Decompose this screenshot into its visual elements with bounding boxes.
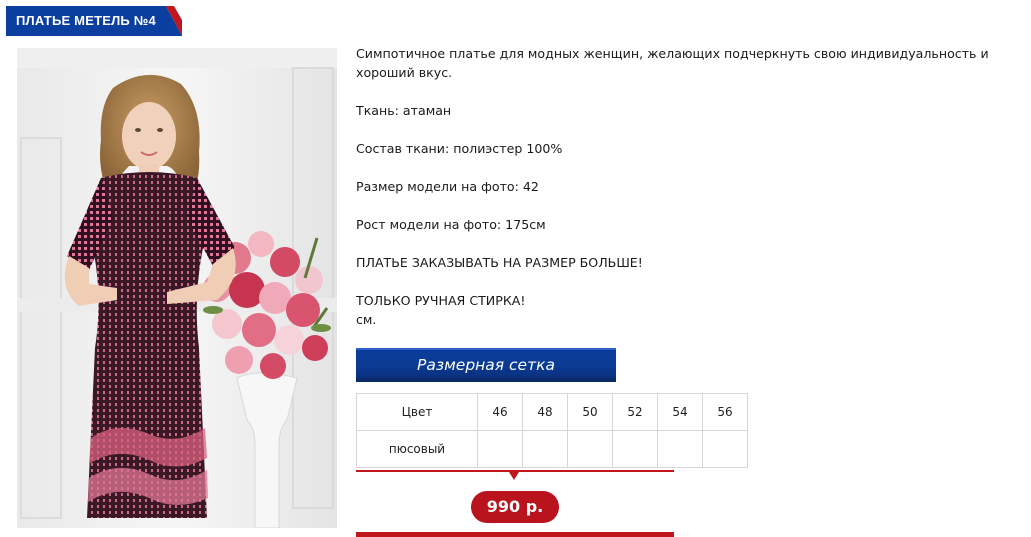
product-title: ПЛАТЬЕ МЕТЕЛЬ №4 <box>16 13 156 28</box>
size-cell-52[interactable] <box>612 430 658 468</box>
model-size-text: Размер модели на фото: 42 <box>356 179 539 194</box>
size-cell-46[interactable] <box>477 430 523 468</box>
size-header-50: 50 <box>567 393 613 431</box>
fabric-text: Ткань: атаман <box>356 103 452 118</box>
size-table: Цвет 46 48 50 52 54 56 пюсовый <box>356 393 748 468</box>
color-column-header: Цвет <box>356 393 478 431</box>
product-title-tab: ПЛАТЬЕ МЕТЕЛЬ №4 <box>6 6 182 36</box>
unit-text: см. <box>356 312 377 327</box>
size-header-52: 52 <box>612 393 658 431</box>
size-chart-button[interactable]: Размерная сетка <box>356 348 616 382</box>
product-photo <box>17 48 337 528</box>
size-header-46: 46 <box>477 393 523 431</box>
size-cell-56[interactable] <box>702 430 748 468</box>
product-description: Симпотичное платье для модных женщин, же… <box>356 44 1016 348</box>
size-cell-54[interactable] <box>657 430 703 468</box>
price-arrow-icon <box>509 472 519 480</box>
order-size-note: ПЛАТЬЕ ЗАКАЗЫВАТЬ НА РАЗМЕР БОЛЬШЕ! <box>356 255 643 270</box>
wash-note: ТОЛЬКО РУЧНАЯ СТИРКА! <box>356 293 526 308</box>
size-table-header-row: Цвет 46 48 50 52 54 56 <box>356 393 748 431</box>
size-header-54: 54 <box>657 393 703 431</box>
size-cell-48[interactable] <box>522 430 568 468</box>
composition-text: Состав ткани: полиэстер 100% <box>356 141 563 156</box>
price-divider-bottom <box>356 532 674 537</box>
model-height-text: Рост модели на фото: 175см <box>356 217 546 232</box>
size-header-56: 56 <box>702 393 748 431</box>
size-cell-50[interactable] <box>567 430 613 468</box>
size-header-48: 48 <box>522 393 568 431</box>
color-name-cell: пюсовый <box>356 430 478 468</box>
size-chart-button-label: Размерная сетка <box>417 356 555 374</box>
description-intro: Симпотичное платье для модных женщин, же… <box>356 46 989 80</box>
table-row: пюсовый <box>356 430 748 468</box>
price-badge: 990 р. <box>471 491 559 523</box>
